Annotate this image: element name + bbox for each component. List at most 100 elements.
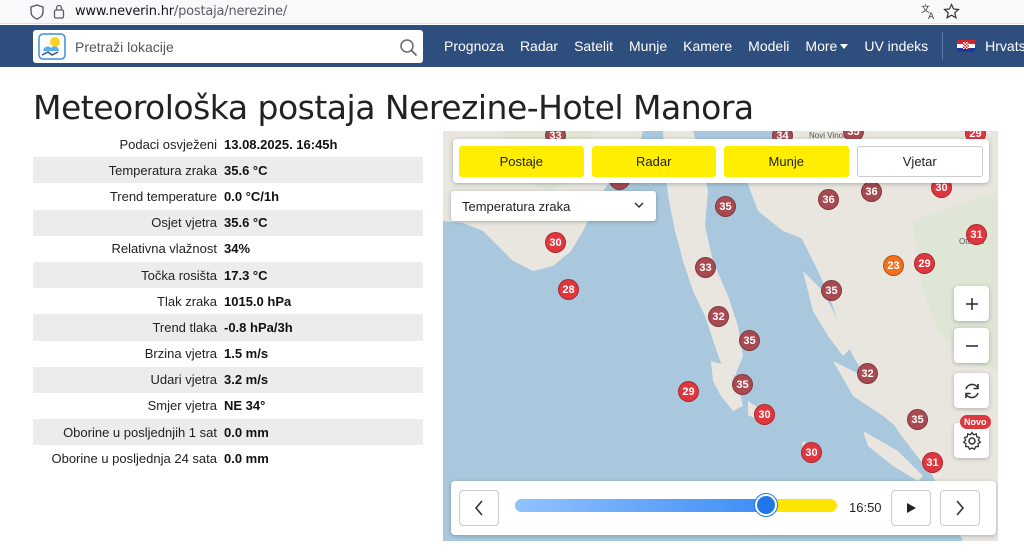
station-data-label: Tlak zraka xyxy=(157,293,217,309)
parameter-select-value: Temperatura zraka xyxy=(462,198,571,214)
station-data-row: Oborine u posljednjih 1 sat 0.0 mm xyxy=(33,419,423,446)
temperature-marker[interactable]: 33 xyxy=(695,257,716,278)
station-data-value: 35.6 °C xyxy=(224,162,268,178)
nav-prognoza[interactable]: Prognoza xyxy=(436,38,512,54)
layer-munje-button[interactable]: Munje xyxy=(724,145,849,177)
timeline-track[interactable] xyxy=(515,499,837,512)
temperature-marker[interactable]: 35 xyxy=(821,280,842,301)
nav-modeli[interactable]: Modeli xyxy=(740,38,797,54)
temperature-marker[interactable]: 35 xyxy=(739,330,760,351)
station-data-label: Trend tlaka xyxy=(152,319,217,335)
search-icon[interactable] xyxy=(399,38,418,57)
timeline-next-button[interactable] xyxy=(940,490,980,526)
nav-divider xyxy=(942,32,944,60)
url-host: www.neverin.hr xyxy=(75,4,174,19)
temperature-marker[interactable]: 30 xyxy=(801,442,822,463)
station-data-label: Relativna vlažnost xyxy=(111,241,218,257)
bookmark-star-icon[interactable] xyxy=(943,3,960,20)
timeline-slider-thumb[interactable] xyxy=(755,494,778,516)
station-data-value: 0.0 mm xyxy=(224,450,269,466)
nav-more-label: More xyxy=(805,38,838,54)
station-data-label: Podaci osvježeni xyxy=(119,136,217,152)
layer-postaje-button[interactable]: Postaje xyxy=(459,145,584,177)
temperature-marker[interactable]: 32 xyxy=(708,306,729,327)
gear-icon xyxy=(962,430,981,450)
chevron-right-icon xyxy=(956,500,965,516)
zoom-in-button[interactable] xyxy=(954,286,989,321)
temperature-marker[interactable]: 31 xyxy=(922,452,943,473)
temperature-marker[interactable]: 35 xyxy=(907,409,928,430)
neverin-logo-icon[interactable] xyxy=(38,33,66,60)
timeline-play-button[interactable] xyxy=(891,490,931,526)
station-data-value: 35.6 °C xyxy=(224,215,268,231)
station-data-label: Temperatura zraka xyxy=(108,162,217,178)
station-data-value: -0.8 hPa/3h xyxy=(224,319,293,335)
caret-down-icon xyxy=(840,43,849,49)
station-data-label: Udari vjetra xyxy=(150,372,217,388)
translate-icon[interactable]: 文A xyxy=(920,3,937,20)
temperature-marker[interactable]: 31 xyxy=(966,224,987,245)
plus-icon xyxy=(965,297,978,310)
nav-menu: Prognoza Radar Satelit Munje Kamere Mode… xyxy=(436,25,1024,67)
lock-icon[interactable] xyxy=(53,4,65,19)
station-data-label: Trend temperature xyxy=(109,188,217,204)
station-data-value: NE 34° xyxy=(224,398,266,414)
search-input[interactable] xyxy=(75,36,375,58)
radar-timeline: 16:50 xyxy=(451,481,996,535)
svg-text:A: A xyxy=(928,12,935,20)
temperature-marker[interactable]: 30 xyxy=(545,232,566,253)
new-feature-badge: Novo xyxy=(960,415,991,429)
station-data-label: Smjer vjetra xyxy=(147,398,217,414)
minus-icon xyxy=(965,344,978,347)
main-navbar: Prognoza Radar Satelit Munje Kamere Mode… xyxy=(0,25,1024,67)
temperature-marker[interactable]: 35 xyxy=(715,196,736,217)
temperature-marker[interactable]: 35 xyxy=(732,374,753,395)
station-data-row: Trend tlaka -0.8 hPa/3h xyxy=(33,314,423,341)
station-data-row: Podaci osvježeni 13.08.2025. 16:45h xyxy=(33,131,423,157)
parameter-select[interactable]: Temperatura zraka xyxy=(451,191,656,221)
station-data-label: Osjet vjetra xyxy=(151,215,217,231)
nav-kamere[interactable]: Kamere xyxy=(675,38,740,54)
temperature-marker[interactable]: 36 xyxy=(818,189,839,210)
layer-radar-button[interactable]: Radar xyxy=(591,145,716,177)
station-data-value: 13.08.2025. 16:45h xyxy=(224,136,338,152)
shield-icon[interactable] xyxy=(30,4,44,20)
weather-map[interactable]: Novi Vinod Otočac 33 34 35 29 30 36 30 3… xyxy=(443,131,998,541)
nav-more-dropdown[interactable]: More xyxy=(797,38,856,54)
timeline-prev-button[interactable] xyxy=(459,490,499,526)
station-data-value: 34% xyxy=(224,241,251,257)
station-data-value: 3.2 m/s xyxy=(224,372,269,388)
zoom-out-button[interactable] xyxy=(954,328,989,363)
play-icon xyxy=(907,503,916,513)
map-layer-selector: Postaje Radar Munje Vjetar xyxy=(453,139,989,183)
nav-uv-indeks[interactable]: UV indeks xyxy=(856,38,936,54)
station-data-value: 0.0 °C/1h xyxy=(224,188,280,204)
nav-satelit[interactable]: Satelit xyxy=(566,38,621,54)
chevron-down-icon xyxy=(634,202,644,209)
url-path: /postaja/nerezine/ xyxy=(173,4,288,19)
station-data-row: Brzina vjetra 1.5 m/s xyxy=(33,341,423,367)
station-data-row: Tlak zraka 1015.0 hPa xyxy=(33,288,423,314)
temperature-marker[interactable]: 29 xyxy=(914,253,935,274)
nav-munje[interactable]: Munje xyxy=(621,38,675,54)
refresh-icon xyxy=(964,383,979,398)
language-dropdown[interactable]: Hrvatski xyxy=(949,38,1024,54)
layer-vjetar-button[interactable]: Vjetar xyxy=(856,145,983,177)
temperature-marker[interactable]: 29 xyxy=(678,381,699,402)
temperature-marker[interactable]: 23 xyxy=(883,255,904,276)
nav-radar[interactable]: Radar xyxy=(512,38,566,54)
url-field[interactable]: www.neverin.hr/postaja/nerezine/ xyxy=(75,4,287,19)
temperature-marker[interactable]: 32 xyxy=(857,363,878,384)
temperature-marker[interactable]: 36 xyxy=(861,181,882,202)
temperature-marker[interactable]: 30 xyxy=(754,404,775,425)
station-data-value: 1015.0 hPa xyxy=(224,293,292,309)
timeline-time: 16:50 xyxy=(849,500,882,515)
station-data-row: Udari vjetra 3.2 m/s xyxy=(33,366,423,393)
station-data-label: Oborine u posljednjih 1 sat xyxy=(63,424,217,440)
browser-address-bar: www.neverin.hr/postaja/nerezine/ 文A xyxy=(0,0,1024,24)
refresh-button[interactable] xyxy=(954,373,989,408)
station-data-label: Oborine u posljednja 24 sata xyxy=(51,450,217,466)
location-search[interactable] xyxy=(33,30,423,63)
temperature-marker[interactable]: 28 xyxy=(558,279,579,300)
station-data-row: Oborine u posljednja 24 sata 0.0 mm xyxy=(33,445,423,471)
